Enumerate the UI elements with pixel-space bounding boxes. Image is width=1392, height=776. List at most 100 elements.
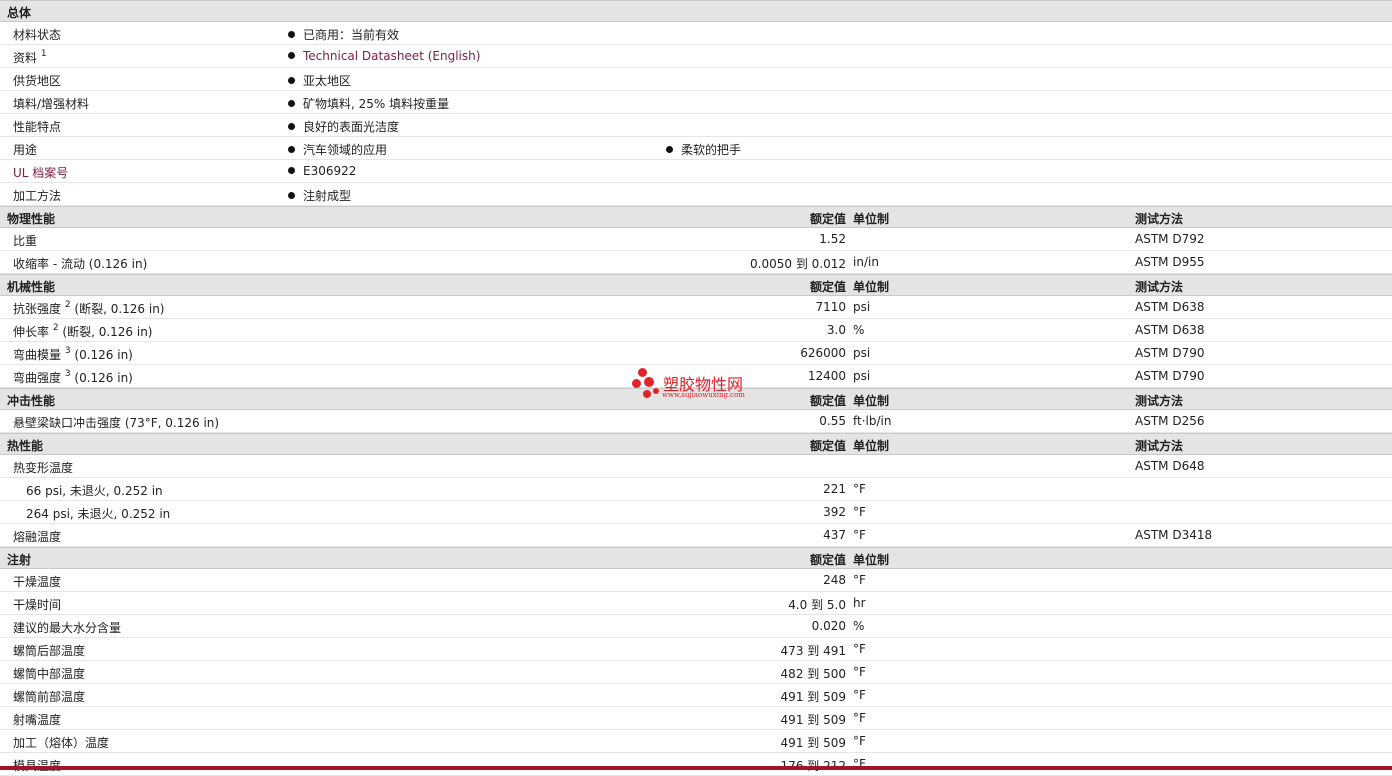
property-value: 0.55 xyxy=(819,414,846,428)
bullet-item: 矿物填料, 25% 填料按重量 xyxy=(288,95,449,112)
property-row: 螺筒后部温度 473 到 491 °F xyxy=(0,638,1392,661)
bullet-item[interactable]: Technical Datasheet (English) xyxy=(288,49,480,63)
property-row: 悬壁梁缺口冲击强度 (73°F, 0.126 in) 0.55 ft·lb/in AS… xyxy=(0,410,1392,433)
property-row: 加工（熔体）温度 491 到 509 °F xyxy=(0,730,1392,753)
property-row: 弯曲模量 3 (0.126 in) 626000 psi ASTM D790 xyxy=(0,342,1392,365)
property-row: 熔融温度 437 °F ASTM D3418 xyxy=(0,524,1392,547)
property-unit: % xyxy=(853,323,865,337)
row-label: 填料/增强材料 xyxy=(13,95,89,112)
property-label: 螺筒后部温度 xyxy=(13,642,85,659)
bullet-text: 柔软的把手 xyxy=(681,143,742,157)
test-method: ASTM D3418 xyxy=(1135,528,1213,542)
property-value: 437 xyxy=(823,528,846,542)
property-value: 491 到 509 xyxy=(780,713,846,727)
property-label: 螺筒中部温度 xyxy=(13,665,85,682)
property-label: 66 psi, 未退火, 0.252 in xyxy=(26,482,163,499)
section-title: 物理性能 xyxy=(7,212,56,226)
property-value: 4.0 到 5.0 xyxy=(788,598,846,612)
row-label: 供货地区 xyxy=(13,72,61,89)
bullet-item: 注射成型 xyxy=(288,187,351,204)
property-row: 模具温度176 到 212°F xyxy=(0,753,1392,776)
section-title: 机械性能 xyxy=(7,280,56,294)
general-row: 性能特点 良好的表面光洁度 xyxy=(0,114,1392,137)
row-label: 用途 xyxy=(13,141,37,158)
property-name: 干燥时间 xyxy=(13,598,62,612)
property-label: 干燥时间 xyxy=(13,596,61,613)
property-unit: °F xyxy=(853,734,866,748)
datasheet-link[interactable]: Technical Datasheet (English) xyxy=(303,49,480,63)
property-value: 3.0 xyxy=(826,323,846,337)
property-unit: in/in xyxy=(853,255,879,269)
property-value: 473 到 491 xyxy=(780,644,846,658)
general-row: UL 档案号 E306922 xyxy=(0,160,1392,183)
property-row: 伸长率 2 (断裂, 0.126 in) 3.0% ASTM D638 xyxy=(0,319,1392,342)
row-label-text: 性能特点 xyxy=(13,120,62,134)
property-value: 221 xyxy=(823,482,846,496)
property-label: 抗张强度 2 (断裂, 0.126 in) xyxy=(13,300,165,317)
property-unit: °F xyxy=(853,711,866,725)
bullet-item: 良好的表面光洁度 xyxy=(288,118,399,135)
section-header: 机械性能 额定值 单位制 测试方法 xyxy=(0,274,1392,296)
bullet-icon xyxy=(288,100,295,107)
property-label: 熔融温度 xyxy=(13,528,61,545)
property-name: 66 psi, 未退火, 0.252 in xyxy=(26,484,163,498)
section-title: 总体 xyxy=(7,6,32,20)
property-name: 弯曲模量 xyxy=(13,348,62,362)
row-label: 资料 1 xyxy=(13,49,47,66)
property-name: 建议的最大水分含量 xyxy=(13,621,122,635)
row-label-text: 供货地区 xyxy=(13,74,62,88)
test-method: ASTM D638 xyxy=(1135,323,1205,337)
general-row: 资料 1 Technical Datasheet (English) xyxy=(0,45,1392,68)
property-value: 392 xyxy=(823,505,846,519)
property-value: 491 到 509 xyxy=(780,690,846,704)
property-label: 干燥温度 xyxy=(13,573,61,590)
section-header-general: 总体 xyxy=(0,0,1392,22)
property-label: 伸长率 2 (断裂, 0.126 in) xyxy=(13,323,153,340)
property-condition: (断裂, 0.126 in) xyxy=(70,302,165,316)
bottom-accent-bar xyxy=(0,766,1392,770)
column-header-unit: 单位制 xyxy=(853,212,890,226)
property-unit: °F xyxy=(853,688,866,702)
section-title: 冲击性能 xyxy=(7,394,56,408)
property-label: 收缩率 - 流动 (0.126 in) xyxy=(13,255,147,272)
property-row: 热变形温度 ASTM D648 xyxy=(0,455,1392,478)
property-unit: °F xyxy=(853,505,866,519)
property-name: 比重 xyxy=(13,234,38,248)
bullet-item: 汽车领域的应用 xyxy=(288,141,387,158)
row-label-text: 材料状态 xyxy=(13,28,62,42)
general-row: 用途 汽车领域的应用 柔软的把手 xyxy=(0,137,1392,160)
general-row: 材料状态 已商用：当前有效 xyxy=(0,22,1392,45)
property-value: 0.0050 到 0.012 xyxy=(750,257,846,271)
property-name: 加工（熔体）温度 xyxy=(13,736,110,750)
row-label: 加工方法 xyxy=(13,187,61,204)
bullet-icon xyxy=(666,146,673,153)
property-unit: °F xyxy=(853,642,866,656)
bullet-text: 注射成型 xyxy=(303,189,352,203)
property-value: 1.52 xyxy=(819,232,846,246)
test-method: ASTM D790 xyxy=(1135,346,1205,360)
property-unit: °F xyxy=(853,482,866,496)
property-value: 7110 xyxy=(815,300,846,314)
property-name: 悬壁梁缺口冲击强度 (73°F, 0.126 in) xyxy=(13,416,220,430)
bullet-text: 良好的表面光洁度 xyxy=(303,120,400,134)
bullet-icon xyxy=(288,52,295,59)
property-name: 热变形温度 xyxy=(13,461,74,475)
property-row: 抗张强度 2 (断裂, 0.126 in) 7110 psi ASTM D638 xyxy=(0,296,1392,319)
row-label-text: 资料 xyxy=(13,51,38,65)
row-label-text: 填料/增强材料 xyxy=(13,97,90,111)
column-header-method: 测试方法 xyxy=(1135,394,1184,408)
property-unit: psi xyxy=(853,369,871,383)
row-label[interactable]: UL 档案号 xyxy=(13,164,68,181)
property-row: 射嘴温度 491 到 509 °F xyxy=(0,707,1392,730)
bullet-item: 柔软的把手 xyxy=(666,141,741,158)
column-header-value: 额定值 xyxy=(809,553,846,567)
column-header-method: 测试方法 xyxy=(1135,439,1184,453)
property-row: 干燥时间 4.0 到 5.0 hr xyxy=(0,592,1392,615)
property-name: 264 psi, 未退火, 0.252 in xyxy=(26,507,171,521)
row-label: 性能特点 xyxy=(13,118,61,135)
property-row: 66 psi, 未退火, 0.252 in 221 °F xyxy=(0,478,1392,501)
bullet-text: 矿物填料, 25% 填料按重量 xyxy=(303,97,450,111)
bullet-icon xyxy=(288,146,295,153)
property-name: 螺筒后部温度 xyxy=(13,644,86,658)
footnote-ref[interactable]: 1 xyxy=(41,49,47,59)
